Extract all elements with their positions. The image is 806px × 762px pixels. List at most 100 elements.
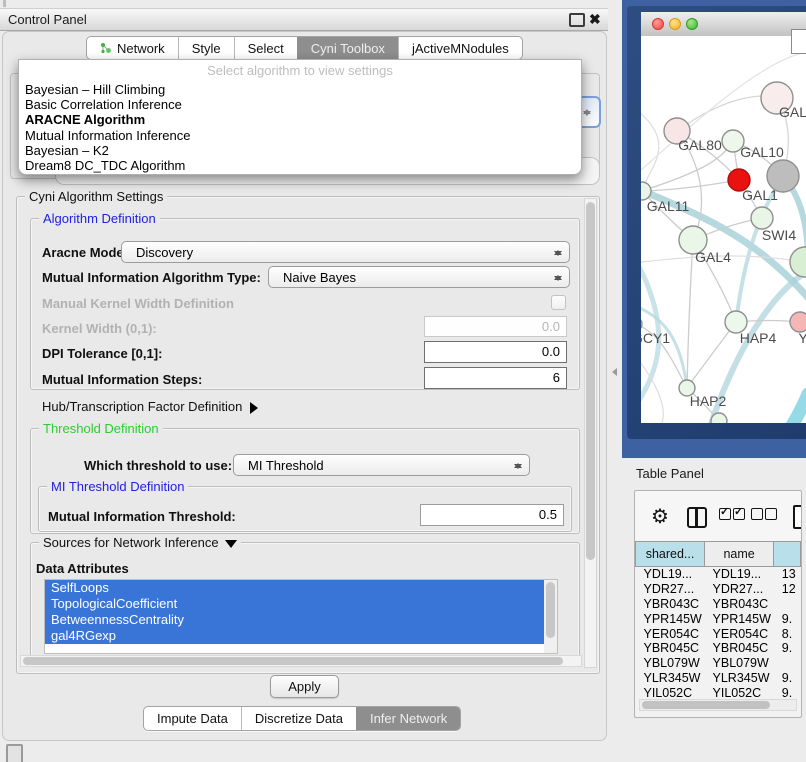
manual-kernel-checkbox[interactable] xyxy=(551,295,566,310)
attribute-item[interactable]: SelfLoops xyxy=(45,580,551,596)
aracne-mode-combo[interactable]: Discovery xyxy=(121,241,570,263)
export-table-icon[interactable] xyxy=(793,505,802,529)
table-cell: YDR27... xyxy=(705,582,774,597)
tab-infer-network[interactable]: Infer Network xyxy=(356,707,460,730)
network-canvas[interactable]: GALGAL80GAL10GAL1GAL11GAL4SWI4GCY1HAP4YH… xyxy=(641,36,806,423)
table-cell: YBR043C xyxy=(705,597,774,612)
control-panel-title: Control Panel xyxy=(8,12,87,27)
node-label: HAP2 xyxy=(690,393,727,409)
tab-discretize-data[interactable]: Discretize Data xyxy=(241,707,356,730)
algorithm-option[interactable]: Bayesian – K2 xyxy=(21,143,579,158)
split-view-icon[interactable] xyxy=(687,507,707,528)
table-row[interactable]: YBL079WYBL079W xyxy=(636,656,801,671)
column-header[interactable]: name xyxy=(705,542,774,567)
algorithm-option[interactable]: Mutual Information Inference xyxy=(21,128,579,143)
settings-vertical-scrollbar[interactable] xyxy=(584,198,597,668)
tab-select[interactable]: Select xyxy=(234,37,297,59)
network-node-swi4[interactable] xyxy=(790,247,806,277)
mi-steps-label: Mutual Information Steps: xyxy=(42,372,202,387)
combo-arrows-icon xyxy=(554,245,562,261)
combo-arrows-icon xyxy=(554,270,562,286)
table-row[interactable]: YPR145WYPR145W9. xyxy=(636,611,801,626)
gear-icon[interactable]: ⚙ xyxy=(651,504,669,529)
screen: Control Panel ✖ NetworkStyleSelectCyni T… xyxy=(0,0,806,762)
node-label: SWI4 xyxy=(762,227,796,243)
which-threshold-combo[interactable]: MI Threshold xyxy=(233,454,530,476)
attribute-item[interactable]: BetweennessCentrality xyxy=(45,612,551,628)
tab-jactivemnodules[interactable]: jActiveMNodules xyxy=(398,37,522,59)
manual-kernel-label: Manual Kernel Width Definition xyxy=(42,296,234,311)
float-window-icon[interactable] xyxy=(569,13,585,27)
attributes-vscroll[interactable] xyxy=(544,580,557,653)
attributes-vscroll-thumb[interactable] xyxy=(546,582,555,638)
mi-steps-field[interactable]: 6 xyxy=(424,367,567,389)
panel-divider-arrow-icon[interactable] xyxy=(608,368,617,376)
column-header[interactable] xyxy=(774,542,801,567)
mi-threshold-label: Mutual Information Threshold: xyxy=(48,509,236,524)
algorithm-option[interactable]: Bayesian – Hill Climbing xyxy=(21,82,579,97)
hub-definition-toggle[interactable]: Hub/Transcription Factor Definition xyxy=(42,399,264,414)
table-hscroll-thumb[interactable] xyxy=(642,701,770,709)
algorithm-option[interactable]: Basic Correlation Inference xyxy=(21,97,579,112)
algorithm-option[interactable]: Dream8 DC_TDC Algorithm xyxy=(21,158,579,173)
kernel-width-field[interactable]: 0.0 xyxy=(424,316,567,337)
tab-impute-data[interactable]: Impute Data xyxy=(144,707,241,730)
network-window-titlebar[interactable] xyxy=(641,12,806,37)
settings-hscroll-thumb[interactable] xyxy=(23,657,563,665)
close-traffic-light-icon[interactable] xyxy=(652,18,664,30)
algorithm-option[interactable]: ARACNE Algorithm xyxy=(21,112,579,127)
tab-network[interactable]: Network xyxy=(87,37,178,59)
aracne-mode-value: Discovery xyxy=(136,245,193,260)
algorithm-list: Bayesian – Hill ClimbingBasic Correlatio… xyxy=(21,82,579,173)
table-cell: YIL052C xyxy=(636,685,705,700)
settings-horizontal-scrollbar[interactable] xyxy=(20,655,582,667)
threshold-definition-legend: Threshold Definition xyxy=(39,421,163,436)
table-row[interactable]: YDL19...YDL19...13 xyxy=(636,567,801,582)
table-cell xyxy=(774,656,801,671)
network-edge[interactable] xyxy=(770,394,806,423)
tab-style[interactable]: Style xyxy=(178,37,234,59)
table-row[interactable]: YBR045CYBR045C9. xyxy=(636,641,801,656)
table-row[interactable]: YDR27...YDR27...12 xyxy=(636,582,801,597)
settings-vscroll-thumb[interactable] xyxy=(586,202,595,560)
node-table[interactable]: shared...nameYDL19...YDL19...13YDR27...Y… xyxy=(635,541,801,700)
minimize-traffic-light-icon[interactable] xyxy=(669,18,681,30)
table-row[interactable]: YLR345WYLR345W9. xyxy=(636,671,801,686)
table-cell: 13 xyxy=(774,567,801,582)
table-row[interactable]: YIL052CYIL052C9. xyxy=(636,685,801,700)
dpi-tolerance-field[interactable]: 0.0 xyxy=(424,341,567,363)
table-row[interactable]: YER054CYER054C8. xyxy=(636,626,801,641)
network-node-y[interactable] xyxy=(790,312,806,332)
algorithm-definition-legend: Algorithm Definition xyxy=(39,211,160,226)
network-node-gcy1[interactable] xyxy=(641,317,642,331)
table-horizontal-scrollbar[interactable] xyxy=(639,699,797,711)
column-header[interactable]: shared... xyxy=(636,542,705,567)
zoom-traffic-light-icon[interactable] xyxy=(686,18,698,30)
network-node-gal1[interactable] xyxy=(751,207,773,229)
mi-threshold-field[interactable]: 0.5 xyxy=(420,504,564,526)
float-panel-icon[interactable] xyxy=(6,744,23,762)
node-label: GAL4 xyxy=(695,249,731,265)
network-icon xyxy=(100,42,112,54)
network-node[interactable] xyxy=(711,413,727,423)
sources-legend[interactable]: Sources for Network Inference xyxy=(39,535,241,551)
attribute-item[interactable]: TopologicalCoefficient xyxy=(45,596,551,612)
select-all-icon[interactable] xyxy=(719,508,747,523)
deselect-all-icon[interactable] xyxy=(751,508,779,523)
mi-type-combo[interactable]: Naive Bayes xyxy=(268,266,570,288)
attribute-item[interactable]: gal4RGexp xyxy=(45,628,551,644)
expand-right-icon xyxy=(250,402,264,414)
tab-cyni-toolbox[interactable]: Cyni Toolbox xyxy=(297,37,398,59)
close-icon[interactable]: ✖ xyxy=(589,9,601,29)
data-attributes-list[interactable]: SelfLoopsTopologicalCoefficientBetweenne… xyxy=(44,579,558,654)
control-panel-titlebar: Control Panel xyxy=(0,8,608,31)
which-threshold-value: MI Threshold xyxy=(248,458,324,473)
node-label: GAL1 xyxy=(742,187,778,203)
network-edge[interactable] xyxy=(687,240,693,388)
node-label: GAL xyxy=(779,104,806,120)
apply-button[interactable]: Apply xyxy=(270,675,339,698)
network-edge[interactable] xyxy=(641,100,659,191)
table-cell: 8. xyxy=(774,626,801,641)
table-row[interactable]: YBR043CYBR043C xyxy=(636,597,801,612)
tab-label: Impute Data xyxy=(157,711,228,726)
